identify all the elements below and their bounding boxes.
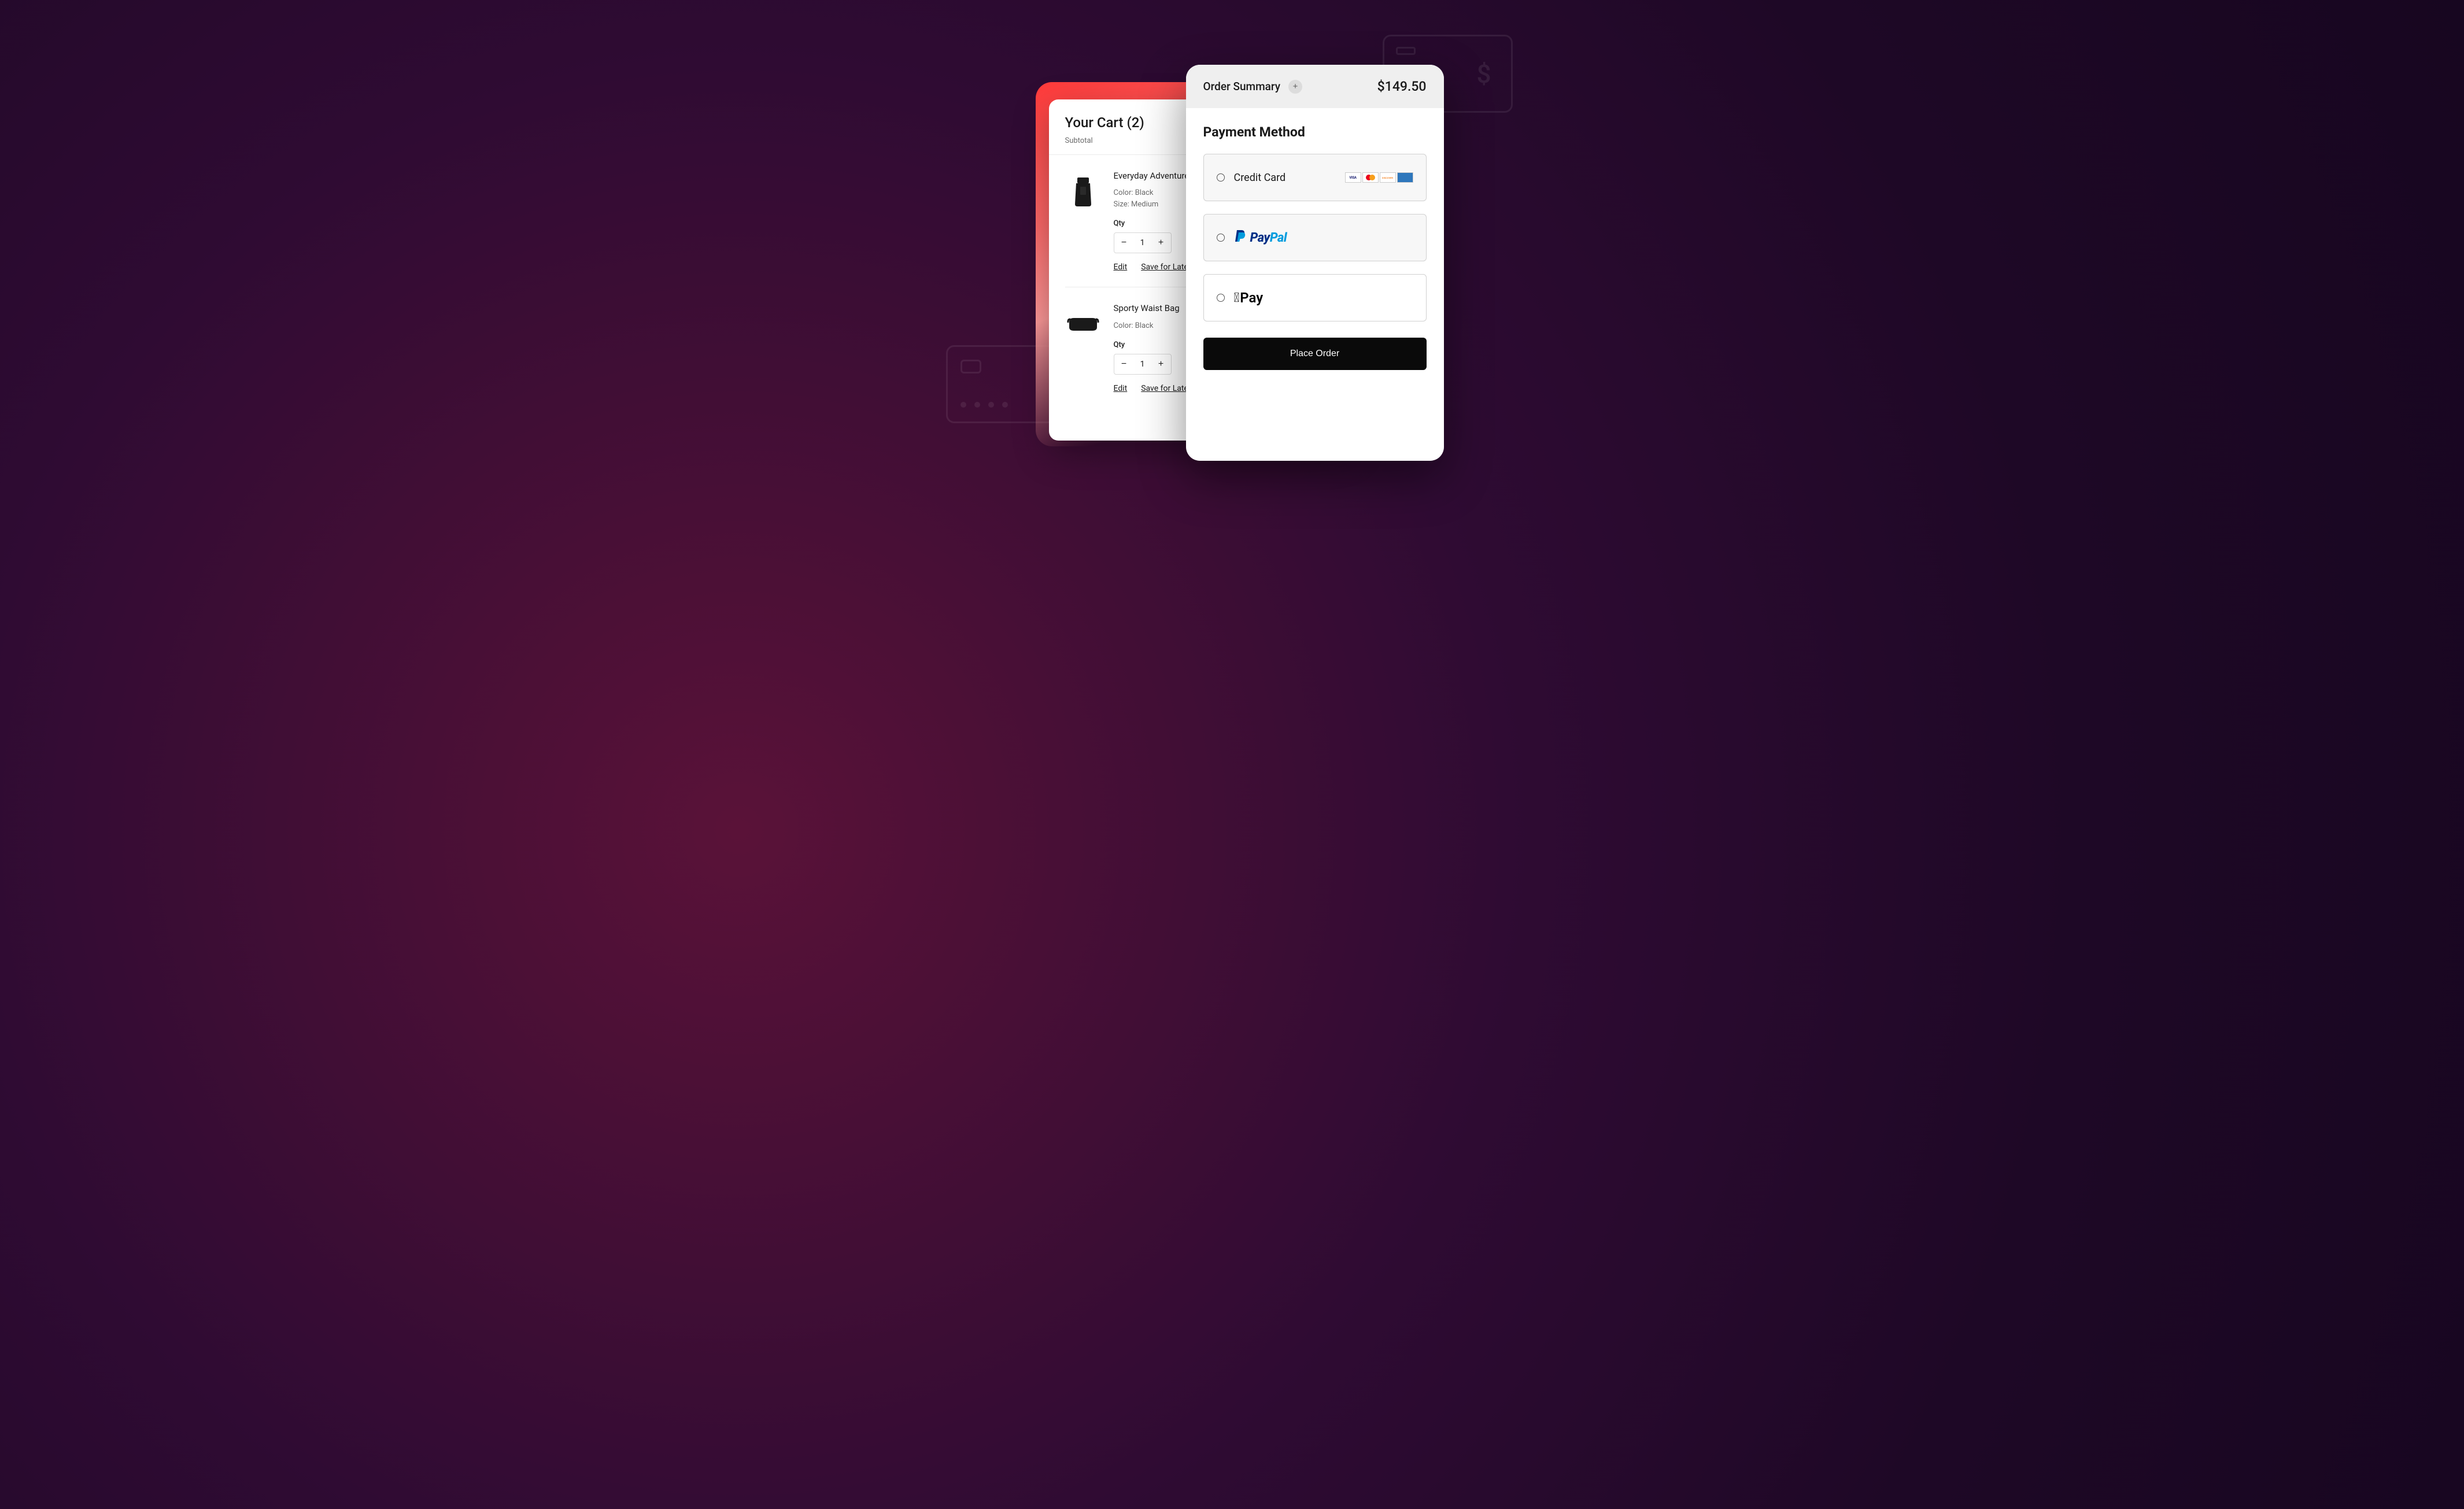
qty-increase-button[interactable]: + — [1151, 354, 1171, 374]
radio-icon — [1217, 173, 1225, 182]
discover-icon: DISCOVER — [1380, 172, 1396, 183]
product-thumbnail — [1065, 170, 1101, 213]
checkout-panel: Order Summary + $149.50 Payment Method C… — [1186, 65, 1444, 461]
credit-card-label: Credit Card — [1234, 172, 1336, 184]
radio-icon — [1217, 234, 1225, 242]
order-total: $149.50 — [1377, 79, 1427, 94]
qty-decrease-button[interactable]: − — [1114, 354, 1134, 374]
order-summary-label: Order Summary — [1203, 80, 1281, 93]
mastercard-icon — [1362, 172, 1379, 183]
order-summary-bar: Order Summary + $149.50 — [1186, 65, 1444, 108]
radio-icon — [1217, 294, 1225, 302]
plus-icon: + — [1293, 82, 1298, 91]
save-for-later-link[interactable]: Save for Later — [1141, 384, 1191, 393]
amex-icon — [1397, 172, 1413, 183]
apple-pay-logo-icon: Pay — [1234, 290, 1264, 306]
qty-value: 1 — [1134, 238, 1151, 247]
payment-option-credit-card[interactable]: Credit Card VISA DISCOVER — [1203, 154, 1427, 201]
product-thumbnail — [1065, 302, 1101, 345]
qty-decrease-button[interactable]: − — [1114, 233, 1134, 253]
place-order-button[interactable]: Place Order — [1203, 338, 1427, 370]
payment-option-apple-pay[interactable]: Pay — [1203, 274, 1427, 321]
qty-stepper: − 1 + — [1114, 232, 1172, 253]
card-brand-logos: VISA DISCOVER — [1345, 172, 1413, 183]
visa-icon: VISA — [1345, 172, 1361, 183]
edit-link[interactable]: Edit — [1114, 384, 1128, 393]
payment-option-paypal[interactable]: PayPal — [1203, 214, 1427, 261]
qty-value: 1 — [1134, 360, 1151, 369]
apple-icon:  — [1234, 291, 1240, 305]
qty-increase-button[interactable]: + — [1151, 233, 1171, 253]
expand-summary-button[interactable]: + — [1288, 80, 1302, 94]
payment-method-heading: Payment Method — [1203, 124, 1427, 140]
qty-stepper: − 1 + — [1114, 354, 1172, 375]
edit-link[interactable]: Edit — [1114, 262, 1128, 272]
save-for-later-link[interactable]: Save for Later — [1141, 262, 1191, 272]
paypal-logo-icon: PayPal — [1234, 229, 1287, 246]
